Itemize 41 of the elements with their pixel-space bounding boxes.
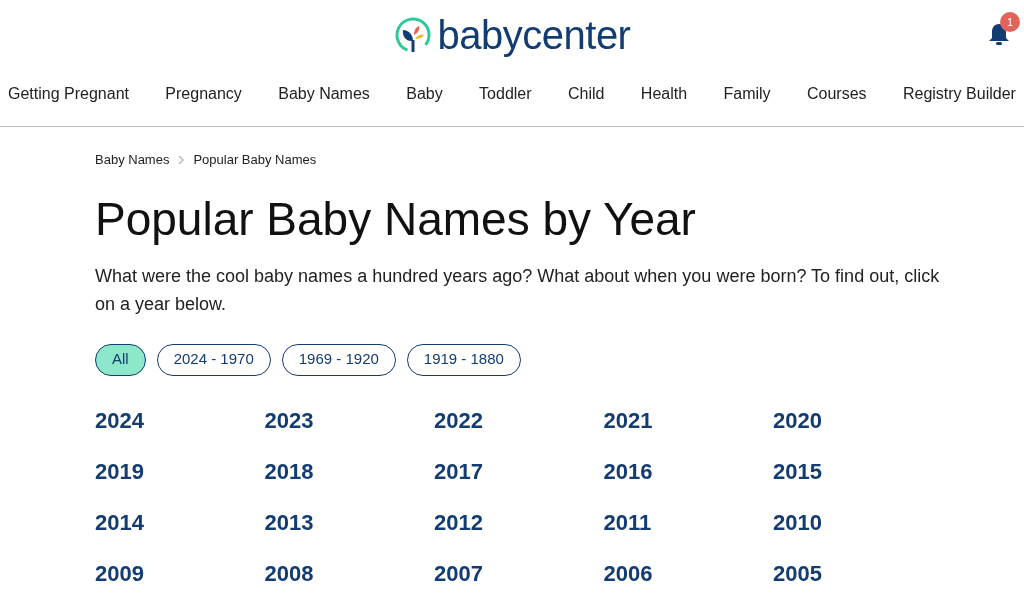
nav-link[interactable]: Baby Names	[278, 82, 370, 106]
intro-text: What were the cool baby names a hundred years ago? What about when you were born? To find out, click on a year below.	[95, 264, 941, 316]
year-link[interactable]: 2014	[95, 510, 144, 535]
year-link[interactable]: 2021	[603, 408, 653, 433]
year-link[interactable]: 2018	[264, 459, 314, 484]
nav-link[interactable]: Courses	[806, 82, 867, 106]
nav-link[interactable]: Toddler	[479, 82, 532, 106]
year-link[interactable]: 2013	[264, 510, 314, 535]
year-link[interactable]: 2017	[434, 459, 483, 484]
filter-pill[interactable]: 1969 - 1920	[281, 343, 396, 376]
year-link[interactable]: 2015	[773, 459, 822, 484]
year-link[interactable]: 2022	[434, 408, 483, 433]
year-link[interactable]: 2024	[95, 408, 144, 433]
year-link[interactable]: 2009	[95, 561, 144, 586]
year-link[interactable]: 2020	[773, 408, 822, 433]
notification-badge: 1	[1000, 12, 1020, 32]
logo-wordmark[interactable]: babycenter	[437, 15, 631, 59]
year-link[interactable]: 2008	[264, 561, 314, 586]
nav-link[interactable]: Health	[640, 82, 688, 106]
nav-link[interactable]: Baby	[406, 82, 443, 106]
year-link[interactable]: 2012	[434, 510, 483, 535]
filter-pill[interactable]: 1919 - 1880	[406, 343, 521, 376]
year-link[interactable]: 2007	[434, 561, 483, 586]
nav-link[interactable]: Family	[723, 82, 771, 106]
nav-link[interactable]: Child	[567, 82, 605, 106]
year-link[interactable]: 2016	[603, 459, 653, 484]
year-link[interactable]: 2006	[603, 561, 653, 586]
breadcrumb-link[interactable]: Popular Baby Names	[193, 150, 317, 170]
year-link[interactable]: 2023	[264, 408, 314, 433]
year-link[interactable]: 2011	[603, 510, 652, 535]
year-link[interactable]: 2019	[95, 459, 144, 484]
chevron-right-icon	[177, 154, 186, 165]
year-link[interactable]: 2005	[773, 561, 822, 586]
filter-pill[interactable]: All	[95, 343, 146, 376]
nav-link[interactable]: Getting Pregnant	[8, 82, 129, 106]
bell-icon[interactable]	[988, 22, 1010, 46]
breadcrumb-link[interactable]: Baby Names	[95, 150, 170, 170]
nav-link[interactable]: Registry Builder	[902, 82, 1016, 106]
nav-link[interactable]: Pregnancy	[165, 82, 242, 106]
filter-pill[interactable]: 2024 - 1970	[156, 343, 271, 376]
year-link[interactable]: 2010	[773, 510, 822, 535]
